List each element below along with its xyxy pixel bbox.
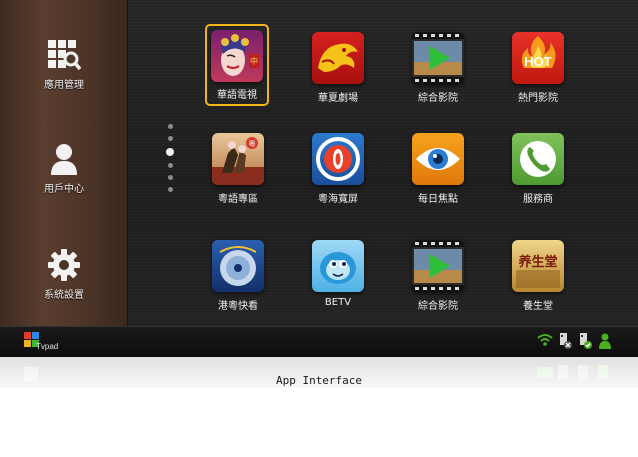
app-grid-area: 中 華語電視 華夏劇場 綜合影院 HOT 熱門影院 粵 粵語專區 粵海寬屏 每日… [128,0,638,326]
app-tile-chinese-tv[interactable]: 中 華語電視 [205,24,269,106]
app-label: BETV [324,297,352,308]
sidebar-item-system-settings[interactable]: 系統設置 [0,248,128,328]
logo-text: Tvpad [36,342,59,351]
betv-mascot-icon [312,240,364,292]
app-label: 華夏劇場 [318,93,358,104]
gear-icon [48,249,80,281]
film-play-icon [412,32,464,84]
usb-connected-icon[interactable] [578,333,592,349]
app-label: 綜合影院 [418,301,458,312]
yang-sheng-tang-badge: 养生堂 [517,254,557,270]
bottom-status-bar: Tvpad [0,326,638,357]
sidebar: 應用管理 用戶中心 系統設置 [0,0,128,326]
page-dot-active[interactable] [166,148,174,156]
target-icon [312,133,364,185]
sidebar-item-user-center[interactable]: 用戶中心 [0,142,128,222]
dragon-icon [312,32,364,84]
hot-badge-text: HOT [524,54,552,69]
app-tile-betv[interactable]: BETV [298,240,378,308]
sidebar-item-app-management[interactable]: 應用管理 [0,38,128,118]
hot-fire-icon: HOT [512,32,564,84]
app-label: 服務商 [523,194,553,205]
cantonese-opera-icon: 粵 [212,133,264,185]
app-tile-yuehai-widescreen[interactable]: 粵海寬屏 [298,133,378,205]
usb-disconnected-icon[interactable] [558,333,572,349]
eye-icon [412,133,464,185]
caption: App Interface [275,374,363,387]
tv-screen: 應用管理 用戶中心 系統設置 中 華語電視 華夏劇場 綜合影院 HOT 熱門影院… [0,0,638,357]
app-label: 綜合影院 [418,93,458,104]
app-label: 粵海寬屏 [318,194,358,205]
app-tile-yang-sheng-tang[interactable]: 养生堂 養生堂 [498,240,578,312]
app-tile-service-provider[interactable]: 服務商 [498,133,578,205]
svg-text:粵: 粵 [249,139,256,148]
disc-icon [212,240,264,292]
app-tile-general-cinema[interactable]: 綜合影院 [398,32,478,104]
page-dot[interactable] [167,124,173,129]
app-label: 華語電視 [217,90,257,101]
app-grid-search-icon [48,40,82,71]
page-indicator [165,124,175,199]
sidebar-item-label: 應用管理 [44,80,84,91]
app-label: 粵語專區 [218,194,258,205]
film-play-icon [412,240,464,292]
svg-text:中: 中 [250,56,258,66]
app-label: 港粵快看 [218,301,258,312]
app-label: 養生堂 [523,301,553,312]
app-tile-cantonese-zone[interactable]: 粵 粵語專區 [198,133,278,205]
opera-face-icon: 中 [211,30,263,82]
page-dot[interactable] [167,163,173,168]
sidebar-item-label: 系統設置 [44,290,84,301]
sidebar-item-label: 用戶中心 [44,184,84,195]
app-label: 每日焦點 [418,194,458,205]
page-dot[interactable] [167,187,173,192]
user-icon [51,144,77,175]
user-online-icon[interactable] [598,333,612,349]
page-dot[interactable] [167,136,173,141]
phone-icon [512,133,564,185]
app-tile-hot-cinema[interactable]: HOT 熱門影院 [498,32,578,104]
app-tile-general-cinema-2[interactable]: 綜合影院 [398,240,478,312]
app-tile-daily-focus[interactable]: 每日焦點 [398,133,478,205]
yang-sheng-tang-icon: 养生堂 [512,240,564,292]
page-dot[interactable] [167,175,173,180]
app-tile-huaxia-theater[interactable]: 華夏劇場 [298,32,378,104]
wifi-icon[interactable] [537,333,553,347]
app-label: 熱門影院 [518,93,558,104]
app-tile-hk-quick-view[interactable]: 港粵快看 [198,240,278,312]
